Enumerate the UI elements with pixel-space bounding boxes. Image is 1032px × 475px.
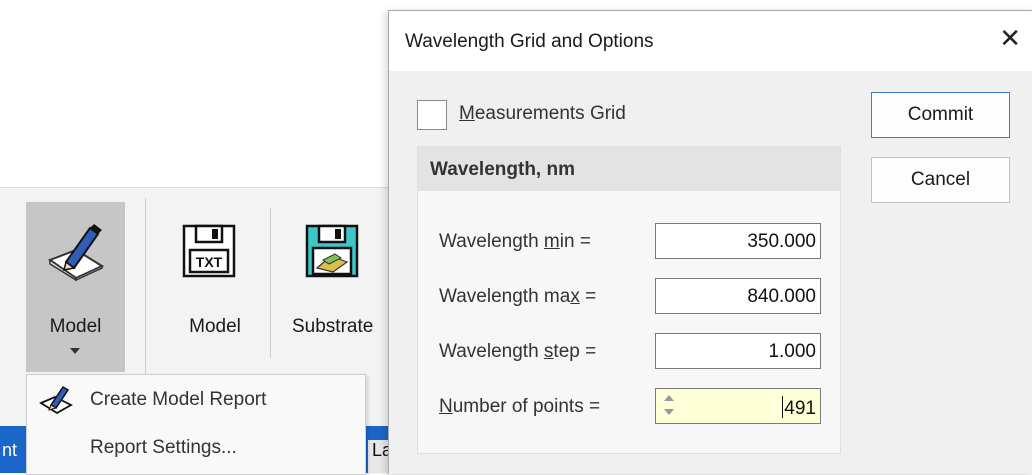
- cancel-button[interactable]: Cancel: [871, 157, 1010, 203]
- mnemonic-char: N: [439, 396, 453, 417]
- label-text: easurements Grid: [474, 103, 626, 124]
- dialog-titlebar: Wavelength Grid and Options ✕: [389, 11, 1032, 71]
- floppy-substrate-icon: [305, 224, 359, 278]
- close-icon[interactable]: ✕: [999, 25, 1021, 51]
- spin-buttons[interactable]: [664, 393, 676, 419]
- wavelength-min-label: Wavelength min =: [439, 231, 591, 253]
- number-of-points-value: 491: [784, 398, 816, 419]
- wavelength-max-row: Wavelength max = 840.000: [418, 278, 840, 314]
- wavelength-min-input[interactable]: 350.000: [655, 223, 821, 259]
- wavelength-max-input[interactable]: 840.000: [655, 278, 821, 314]
- label-text: umber of points =: [452, 396, 601, 417]
- txt-icon-text: TXT: [196, 254, 223, 270]
- mnemonic-char: m: [543, 231, 560, 252]
- menu-item-label: Create Model Report: [90, 389, 267, 410]
- spin-down-icon[interactable]: [664, 409, 674, 415]
- wavelength-step-label: Wavelength step =: [439, 341, 596, 363]
- floppy-txt-icon: TXT: [182, 224, 236, 278]
- wavelength-step-input[interactable]: 1.000: [655, 333, 821, 369]
- status-text-left: nt: [2, 440, 18, 460]
- measurements-grid-label: Measurements Grid: [459, 103, 626, 125]
- report-pen-icon: [39, 385, 73, 415]
- wavelength-step-row: Wavelength step = 1.000: [418, 333, 840, 369]
- label-text: tep =: [553, 341, 597, 362]
- number-of-points-label: Number of points =: [439, 396, 600, 418]
- chevron-down-icon: [70, 348, 80, 354]
- menu-item-report-settings[interactable]: Report Settings...: [27, 425, 365, 471]
- label-text: =: [579, 286, 597, 307]
- measurements-grid-checkbox[interactable]: [417, 100, 447, 130]
- model-dropdown-menu: Create Model Report Report Settings...: [26, 374, 366, 475]
- mnemonic-char: s: [543, 341, 554, 362]
- model-dropdown-label: Model: [49, 316, 102, 337]
- model-pen-icon: [47, 224, 105, 282]
- wavelength-grid-dialog: Wavelength Grid and Options ✕ Measuremen…: [388, 10, 1032, 474]
- wavelength-min-row: Wavelength min = 350.000: [418, 223, 840, 259]
- number-of-points-row: Number of points = 491: [418, 388, 840, 424]
- label-text: Wavelength ma: [439, 286, 571, 307]
- mnemonic-char: M: [459, 103, 475, 124]
- group-header: Wavelength, nm: [418, 147, 840, 191]
- wavelength-group: Wavelength, nm Wavelength min = 350.000 …: [417, 146, 841, 454]
- substrate-label: Substrate: [292, 316, 374, 337]
- substrate-button[interactable]: Substrate: [285, 202, 400, 372]
- model-txt-label: Model: [189, 316, 241, 337]
- ribbon-separator: [270, 208, 271, 358]
- number-of-points-stepper[interactable]: 491: [655, 388, 821, 424]
- ribbon-separator: [145, 198, 146, 374]
- label-text: Wavelength: [439, 231, 544, 252]
- menu-item-create-model-report[interactable]: Create Model Report: [27, 377, 365, 423]
- menu-item-label: Report Settings...: [90, 437, 237, 458]
- commit-button[interactable]: Commit: [871, 92, 1010, 138]
- mnemonic-char: x: [570, 286, 580, 307]
- label-text: Wavelength: [439, 341, 544, 362]
- model-txt-button[interactable]: TXT Model: [170, 202, 260, 372]
- model-dropdown-button[interactable]: Model: [26, 202, 125, 372]
- group-title: Wavelength, nm: [430, 159, 575, 180]
- label-text: in =: [559, 231, 591, 252]
- wavelength-max-label: Wavelength max =: [439, 286, 596, 308]
- spin-up-icon[interactable]: [664, 395, 674, 401]
- dialog-title: Wavelength Grid and Options: [405, 31, 654, 52]
